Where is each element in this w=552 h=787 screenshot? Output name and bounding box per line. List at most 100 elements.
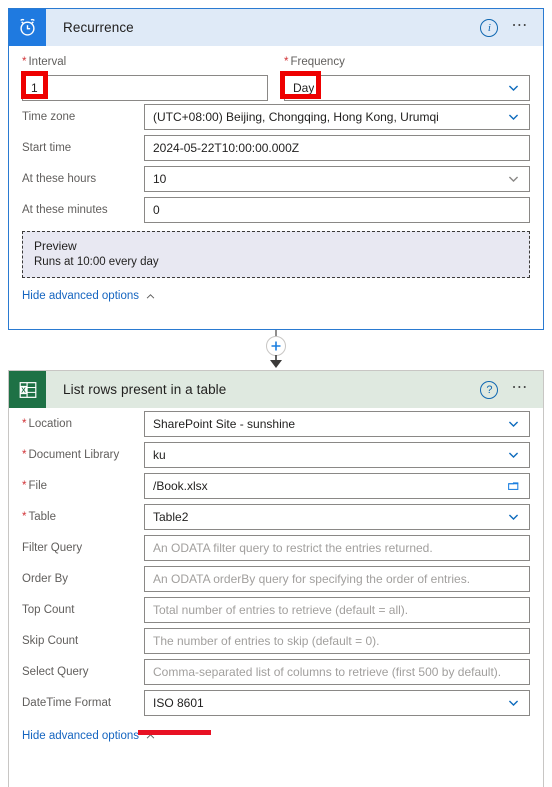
at-these-minutes-input[interactable]: 0 — [144, 196, 530, 223]
folder-icon[interactable] — [507, 479, 520, 492]
excel-card-header[interactable]: X List rows present in a table ? ⋯ — [9, 371, 543, 408]
datetime-format-dropdown[interactable]: ISO 8601 — [144, 689, 530, 716]
chevron-down-icon[interactable] — [507, 448, 520, 461]
location-dropdown[interactable]: SharePoint Site - sunshine — [144, 410, 530, 437]
filter-query-placeholder: An ODATA filter query to restrict the en… — [153, 540, 433, 555]
skip-count-label: Skip Count — [22, 634, 79, 647]
top-count-row: Top Count Total number of entries to ret… — [9, 594, 543, 625]
recurrence-header-actions: i ⋯ — [480, 17, 543, 37]
filter-query-row: Filter Query An ODATA filter query to re… — [9, 532, 543, 563]
file-value: /Book.xlsx — [153, 478, 208, 493]
frequency-label: * Frequency — [284, 56, 345, 68]
alarm-clock-icon — [9, 9, 46, 46]
ellipsis-icon[interactable]: ⋯ — [511, 379, 529, 396]
select-query-placeholder: Comma-separated list of columns to retri… — [153, 664, 502, 679]
frequency-group: * Frequency Day — [284, 56, 530, 101]
at-these-hours-value: 10 — [153, 171, 167, 186]
excel-hide-advanced-options-link[interactable]: Hide advanced options — [9, 718, 543, 742]
order-by-placeholder: An ODATA orderBy query for specifying th… — [153, 571, 471, 586]
chevron-down-icon[interactable] — [507, 172, 520, 185]
list-rows-present-in-a-table-card: X List rows present in a table ? ⋯ * Loca… — [8, 370, 544, 787]
datetime-format-field: ISO 8601 — [144, 689, 530, 716]
file-field: /Book.xlsx — [144, 472, 530, 499]
location-row: * Location SharePoint Site - sunshine — [9, 408, 543, 439]
at-these-minutes-field: 0 — [144, 196, 530, 223]
at-these-minutes-value: 0 — [153, 202, 160, 217]
excel-header-actions: ? ⋯ — [480, 379, 543, 399]
required-asterisk: * — [284, 56, 289, 68]
table-dropdown[interactable]: Table2 — [144, 503, 530, 530]
step-connector — [0, 330, 552, 370]
required-asterisk: * — [22, 56, 27, 68]
recurrence-hide-advanced-options-link[interactable]: Hide advanced options — [9, 278, 543, 302]
excel-card-title: List rows present in a table — [63, 382, 227, 397]
document-library-dropdown[interactable]: ku — [144, 441, 530, 468]
chevron-up-icon — [146, 733, 155, 739]
timezone-dropdown[interactable]: (UTC+08:00) Beijing, Chongqing, Hong Kon… — [144, 103, 530, 130]
top-count-label: Top Count — [22, 603, 75, 616]
order-by-label: Order By — [22, 572, 69, 585]
at-these-minutes-row: At these minutes 0 — [9, 194, 543, 225]
table-label: * Table — [22, 510, 56, 523]
order-by-field: An ODATA orderBy query for specifying th… — [144, 565, 530, 592]
chevron-down-icon[interactable] — [507, 417, 520, 430]
datetime-format-row: DateTime Format ISO 8601 — [9, 687, 543, 718]
recurrence-card-header[interactable]: Recurrence i ⋯ — [9, 9, 543, 46]
recurrence-body: * Interval 1 * Frequency Day Time zone (UT… — [9, 46, 543, 302]
select-query-input[interactable]: Comma-separated list of columns to retri… — [144, 658, 530, 685]
skip-count-input[interactable]: The number of entries to skip (default =… — [144, 627, 530, 654]
select-query-field: Comma-separated list of columns to retri… — [144, 658, 530, 685]
preview-box: Preview Runs at 10:00 every day — [22, 231, 530, 278]
interval-label: * Interval — [22, 56, 67, 68]
chevron-down-icon[interactable] — [507, 82, 520, 95]
required-asterisk: * — [22, 417, 27, 430]
filter-query-input[interactable]: An ODATA filter query to restrict the en… — [144, 534, 530, 561]
top-count-placeholder: Total number of entries to retrieve (def… — [153, 602, 409, 617]
interval-frequency-row: * Interval 1 * Frequency Day — [9, 46, 543, 101]
required-asterisk: * — [22, 479, 27, 492]
svg-text:X: X — [21, 387, 26, 394]
at-these-hours-label: At these hours — [22, 172, 97, 185]
ellipsis-icon[interactable]: ⋯ — [511, 17, 529, 34]
location-field: SharePoint Site - sunshine — [144, 410, 530, 437]
chevron-up-icon — [146, 293, 155, 299]
at-these-minutes-label: At these minutes — [22, 203, 108, 216]
start-time-label: Start time — [22, 141, 72, 154]
help-icon[interactable]: ? — [480, 380, 499, 399]
at-these-hours-dropdown[interactable]: 10 — [144, 165, 530, 192]
order-by-input[interactable]: An ODATA orderBy query for specifying th… — [144, 565, 530, 592]
at-these-hours-field: 10 — [144, 165, 530, 192]
preview-text: Runs at 10:00 every day — [34, 256, 159, 268]
top-count-field: Total number of entries to retrieve (def… — [144, 596, 530, 623]
table-value: Table2 — [153, 509, 189, 524]
start-time-field: 2024-05-22T10:00:00.000Z — [144, 134, 530, 161]
interval-value: 1 — [31, 81, 38, 95]
interval-group: * Interval 1 — [22, 56, 268, 101]
timezone-label: Time zone — [22, 110, 76, 123]
document-library-value: ku — [153, 447, 166, 462]
datetime-format-value: ISO 8601 — [153, 695, 204, 710]
order-by-row: Order By An ODATA orderBy query for spec… — [9, 563, 543, 594]
recurrence-advanced-label: Hide advanced options — [22, 290, 139, 302]
info-icon[interactable]: i — [480, 18, 499, 37]
required-asterisk: * — [22, 448, 27, 461]
datetime-format-label: DateTime Format — [22, 696, 112, 709]
document-library-field: ku — [144, 441, 530, 468]
recurrence-card: Recurrence i ⋯ * Interval 1 * Frequency Da… — [8, 8, 544, 330]
start-time-input[interactable]: 2024-05-22T10:00:00.000Z — [144, 134, 530, 161]
file-row: * File /Book.xlsx — [9, 470, 543, 501]
select-query-label: Select Query — [22, 665, 89, 678]
recurrence-title: Recurrence — [63, 20, 134, 35]
chevron-down-icon[interactable] — [507, 510, 520, 523]
frequency-dropdown[interactable]: Day — [284, 75, 530, 101]
frequency-value: Day — [293, 81, 315, 95]
start-time-value: 2024-05-22T10:00:00.000Z — [153, 140, 300, 155]
timezone-row: Time zone (UTC+08:00) Beijing, Chongqing… — [9, 101, 543, 132]
table-field: Table2 — [144, 503, 530, 530]
interval-input[interactable]: 1 — [22, 75, 268, 101]
file-picker[interactable]: /Book.xlsx — [144, 472, 530, 499]
table-row: * Table Table2 — [9, 501, 543, 532]
chevron-down-icon[interactable] — [507, 696, 520, 709]
chevron-down-icon[interactable] — [507, 110, 520, 123]
top-count-input[interactable]: Total number of entries to retrieve (def… — [144, 596, 530, 623]
